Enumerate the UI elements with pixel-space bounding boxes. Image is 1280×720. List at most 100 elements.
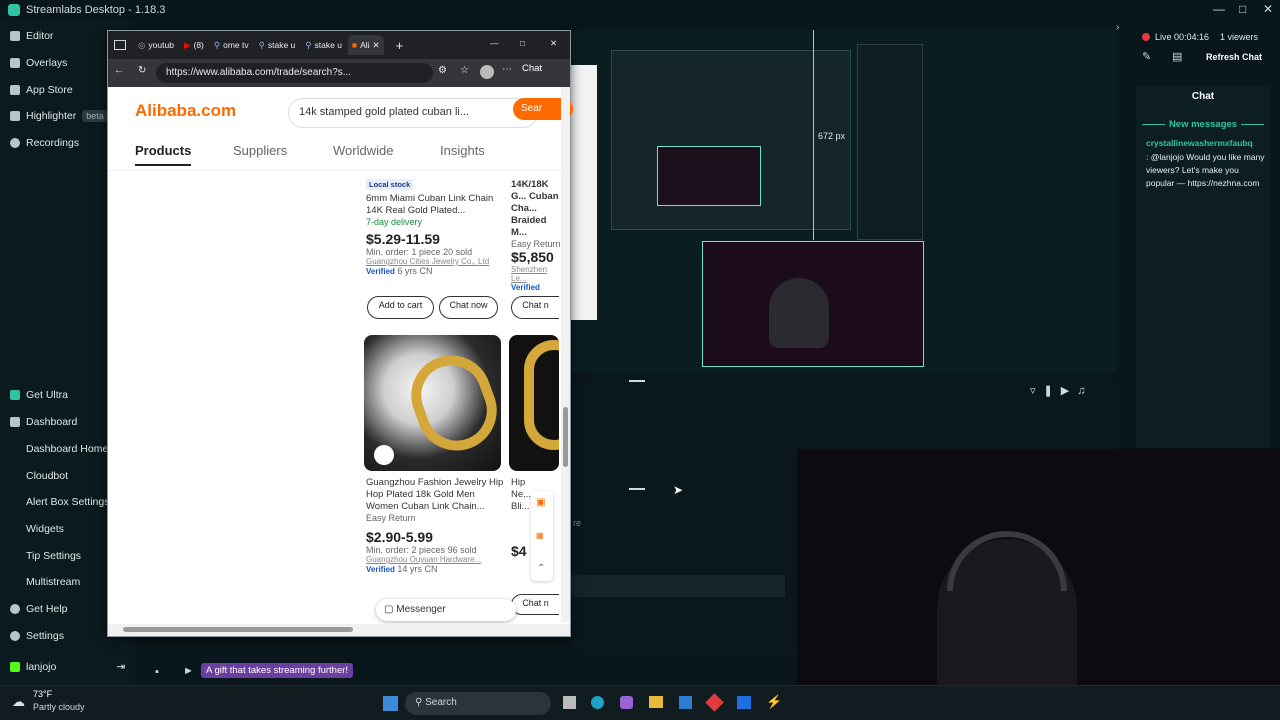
popout-icon[interactable]: ▤ [1172,50,1182,63]
dropbox-icon[interactable] [737,696,751,709]
product-title[interactable]: 6mm Miami Cuban Link Chain 14K Real Gold… [366,193,506,217]
mixer-controls[interactable]: ▿❚▶♫ [1030,384,1093,397]
edge-icon[interactable] [591,696,604,709]
messenger-bar[interactable]: ▢ Messenger [376,599,516,621]
maximize-browser-icon[interactable]: □ [520,38,525,48]
tab-alibaba[interactable]: ■ Ali ✕ [347,35,384,55]
nav-dashboard[interactable]: Dashboard [10,416,77,428]
nav-multistream[interactable]: Multistream [26,576,80,588]
reload-icon[interactable]: ↻ [138,65,146,76]
app-title-bar: Streamlabs Desktop - 1.18.3 — □ ✕ [0,0,1280,20]
nav-get-help[interactable]: Get Help [10,603,67,615]
tab-actions-icon[interactable] [114,40,126,50]
browser-window[interactable]: ◎ youtub ▶ (8) ⚲ ome tv ⚲ stake u ⚲ stake u ■… [107,30,573,637]
tab-suppliers[interactable]: Suppliers [233,143,287,158]
minimize-icon[interactable]: — [1213,2,1225,16]
tab-ome[interactable]: ⚲ ome tv [210,35,253,55]
tab-close-icon[interactable]: ✕ [373,40,380,51]
weather-temp: 73°F [33,689,53,699]
extensions-icon[interactable]: ⚙ [438,65,447,76]
product-image-2[interactable] [509,335,559,471]
edit-icon[interactable]: ✎ [1142,50,1151,63]
vertical-scrollbar[interactable] [561,87,570,622]
image-search-icon[interactable]: ▣ [536,497,545,508]
windows-start-icon[interactable] [383,696,398,711]
refresh-chat-button[interactable]: Refresh Chat [1203,51,1265,63]
nav-alert-box[interactable]: Alert Box Settings [26,496,109,508]
nav-highlighter[interactable]: Highlighter beta [10,110,108,122]
tab-products[interactable]: Products [135,143,192,166]
horizontal-scrollbar[interactable] [108,624,570,636]
product-card-3[interactable]: Guangzhou Fashion Jewelry Hip Hop Plated… [366,477,504,587]
address-bar[interactable]: https://www.alibaba.com/trade/search?s..… [156,63,433,83]
new-tab-icon[interactable]: + [396,38,404,53]
resize-handle-2[interactable] [629,488,645,490]
more-icon[interactable]: ⋯ [502,64,512,75]
close-browser-icon[interactable]: ✕ [550,38,557,49]
tab-stake-2[interactable]: ⚲ stake u [301,35,346,55]
webcam-source-selected[interactable] [702,241,924,367]
promo-banner[interactable]: A gift that takes streaming further! [201,663,354,678]
nav-editor[interactable]: Editor [10,30,53,42]
product-title-3[interactable]: Guangzhou Fashion Jewelry Hip Hop Plated… [366,477,504,513]
weather-icon[interactable]: ☁ [12,694,25,710]
editor-preview[interactable]: 672 px [571,30,1116,373]
taskbar-search[interactable]: ⚲ Search [405,692,551,715]
chat-now-button[interactable]: Chat now [439,296,498,319]
maximize-icon[interactable]: □ [1239,2,1246,16]
minimize-browser-icon[interactable]: — [490,38,499,48]
task-view-icon[interactable] [563,696,576,709]
source-row[interactable] [571,575,785,597]
copilot-icon[interactable] [620,696,633,709]
stats-icon[interactable]: ▪ [155,666,159,678]
store-taskbar-icon[interactable] [679,696,692,709]
app-red-icon[interactable] [705,693,724,712]
alibaba-logo[interactable]: Alibaba.com [135,101,236,121]
guide-line [813,30,814,240]
app-bolt-icon[interactable]: ⚡ [766,694,782,710]
profile-avatar[interactable] [480,65,494,79]
logout-icon[interactable]: ⇥ [116,661,125,673]
scrollbar-thumb[interactable] [563,407,568,467]
chat-now-button-2[interactable]: Chat n [511,296,559,319]
supplier-meta: Verified 6 yrs CN [366,266,433,276]
supplier-link-3[interactable]: Guangzhou Ouyuan Hardware... [366,555,504,564]
nav-user[interactable]: lanjojo ⇥ [10,661,125,673]
tab-insights[interactable]: Insights [440,143,485,158]
file-explorer-icon[interactable] [649,696,663,708]
nav-tip-settings[interactable]: Tip Settings [26,550,81,562]
notification-icon[interactable]: ► [183,665,194,677]
rfq-icon[interactable]: ▦ [536,531,544,540]
supplier-link-2[interactable]: Shenzhen Le... [511,265,561,283]
tab-stake-1[interactable]: ⚲ stake u [255,35,300,55]
tab-youtube-2[interactable]: ▶ (8) [180,35,208,55]
nav-widgets[interactable]: Widgets [26,523,64,535]
streamlabs-logo-icon [8,4,20,16]
product-price-2: $5,850 [511,249,554,265]
nav-get-ultra[interactable]: Get Ultra [10,389,68,401]
resize-handle[interactable] [629,380,645,382]
scroll-top-icon[interactable]: ⌃ [537,563,545,574]
favorites-icon[interactable]: ☆ [460,65,469,76]
product-title-2[interactable]: 14K/18K G... Cuban Cha... Braided M... [511,179,561,239]
nav-recordings[interactable]: Recordings [10,137,79,149]
nav-overlays[interactable]: Overlays [10,57,67,69]
chevron-right-icon[interactable]: › [1116,22,1119,33]
back-icon[interactable]: ← [114,65,124,76]
close-icon[interactable]: ✕ [1263,2,1273,16]
alibaba-search-input[interactable]: 14k stamped gold plated cuban li... [288,98,538,128]
chat-now-button-4[interactable]: Chat n [511,594,559,615]
tab-youtube[interactable]: ◎ youtub [134,35,178,55]
copilot-chat-button[interactable]: Chat [522,63,542,74]
product-image[interactable] [364,335,501,471]
nav-cloudbot[interactable]: Cloudbot [26,470,68,482]
add-to-cart-button[interactable]: Add to cart [367,296,434,319]
supplier-link[interactable]: Guangzhou Cities Jewelry Co., Ltd [366,257,506,266]
tab-worldwide[interactable]: Worldwide [333,143,393,158]
visual-search-icon[interactable] [374,445,394,465]
hscrollbar-thumb[interactable] [123,627,353,632]
nav-app-store[interactable]: App Store [10,84,73,96]
nav-settings[interactable]: Settings [10,630,64,642]
chat-username[interactable]: crystallinewashermxfaubq [1146,138,1264,148]
nav-dashboard-home[interactable]: Dashboard Home [26,443,108,455]
